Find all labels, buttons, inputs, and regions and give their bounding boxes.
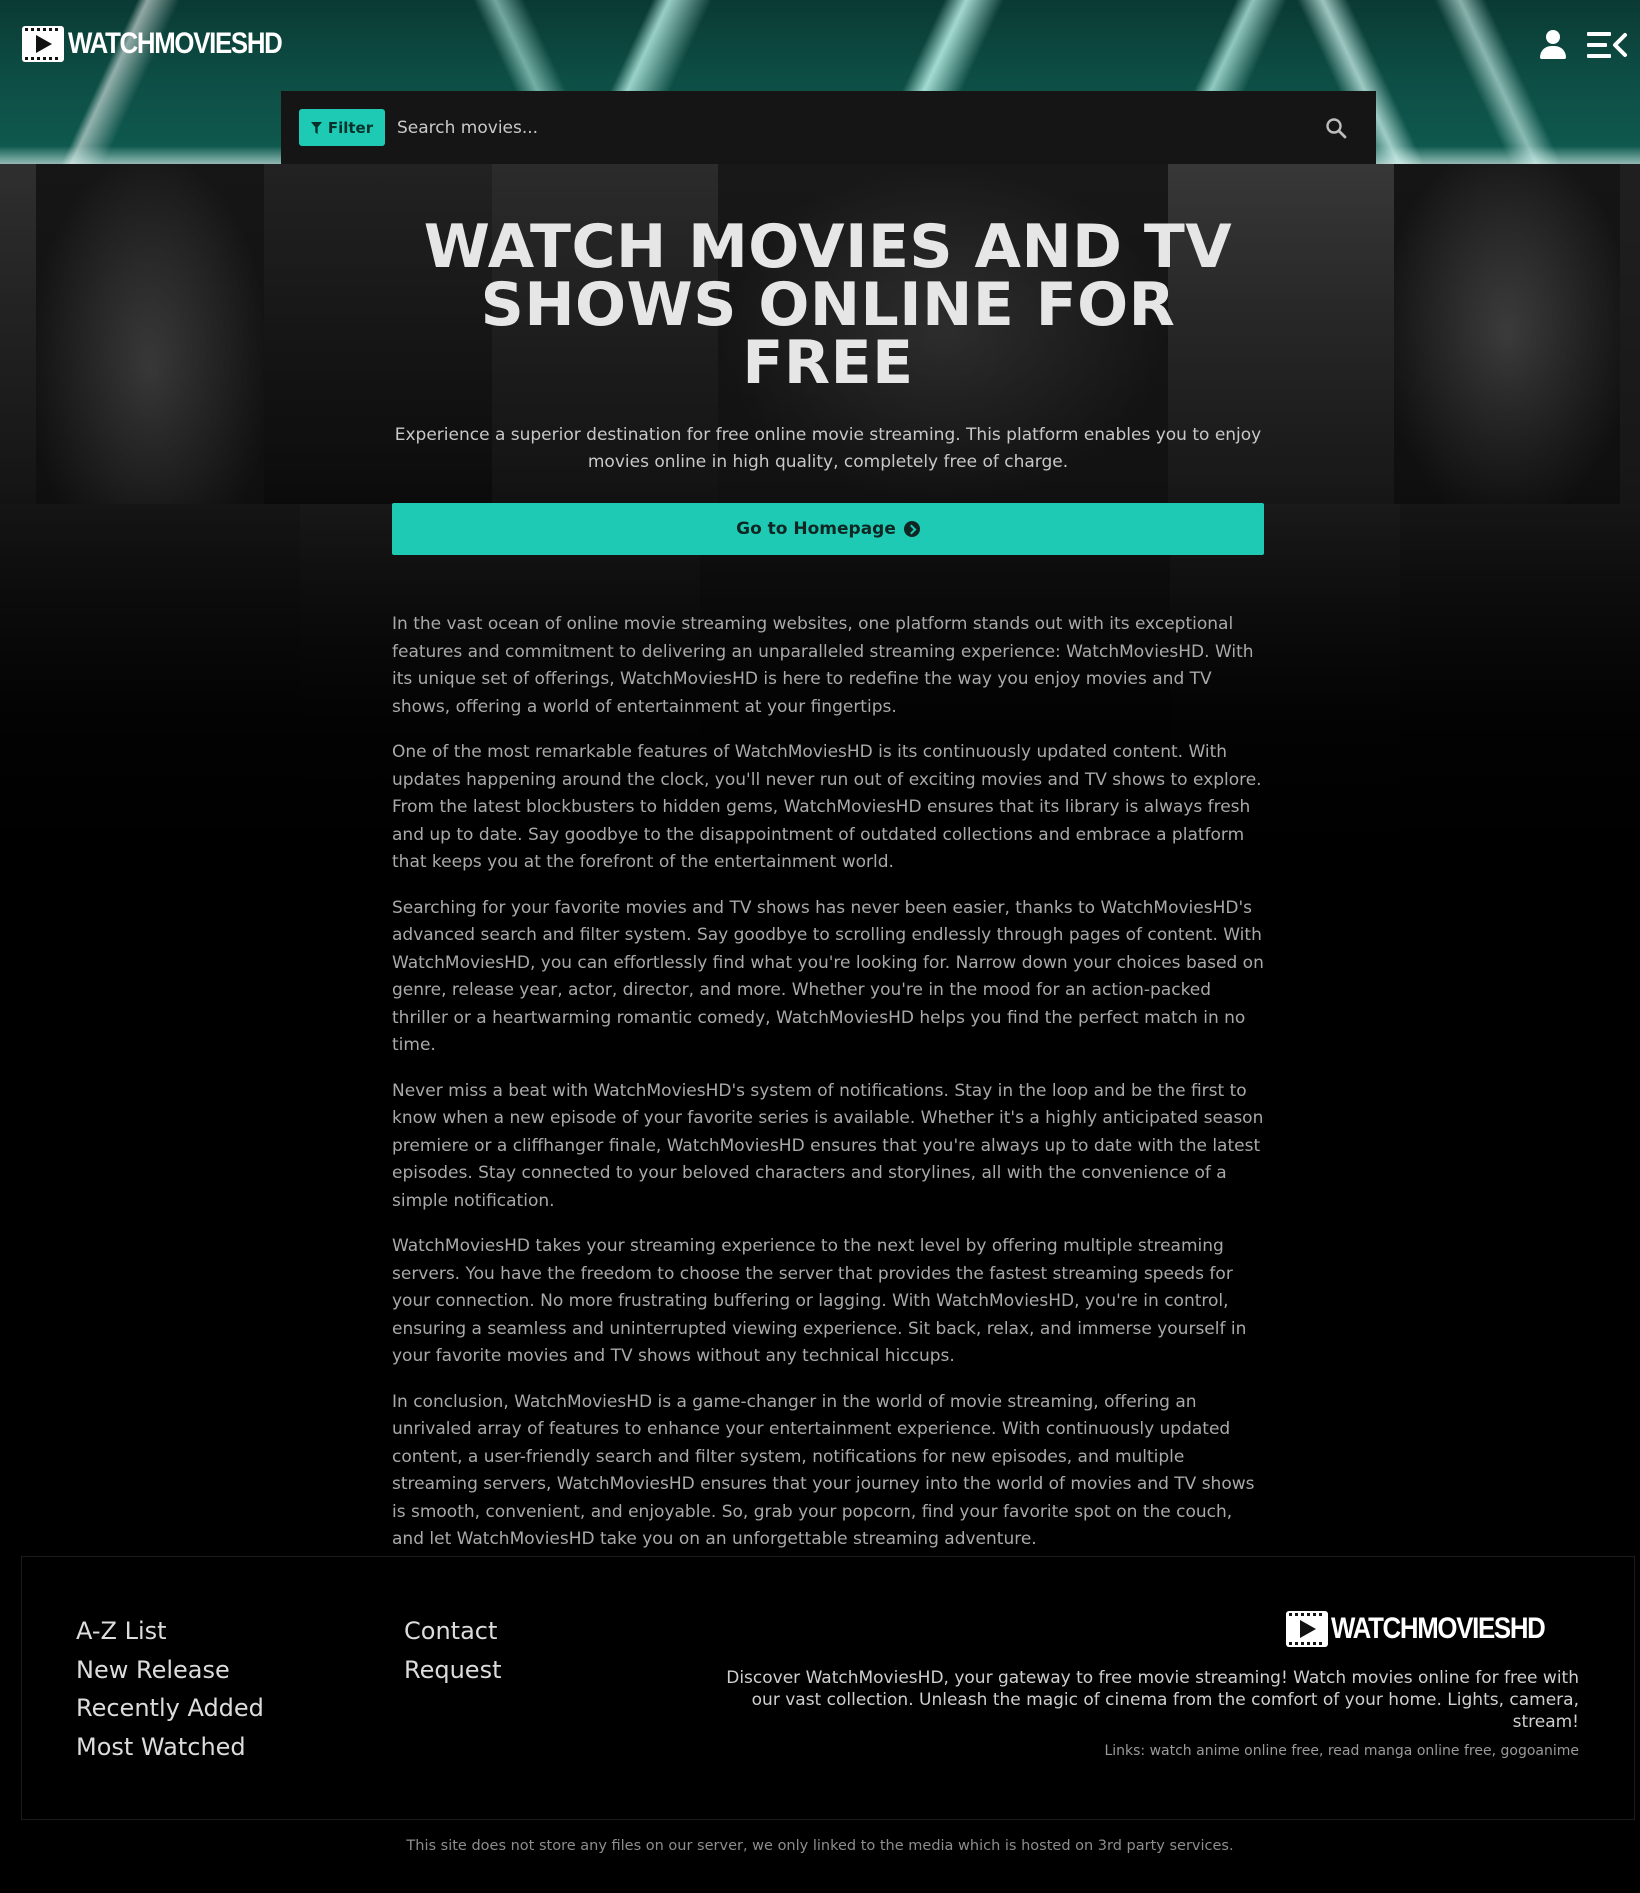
search-input[interactable]	[385, 107, 1324, 148]
filter-button[interactable]: Filter	[299, 109, 385, 146]
go-to-homepage-button[interactable]: Go to Homepage	[392, 503, 1264, 555]
chevron-right-circle-icon	[903, 521, 920, 537]
main-content: WATCH MOVIES AND TV SHOWS ONLINE FOR FRE…	[392, 164, 1264, 1572]
search-bar: Filter	[281, 91, 1376, 164]
footer-nav-secondary: Contact Request	[404, 1612, 502, 1689]
footer-disclaimer: This site does not store any files on ou…	[406, 1838, 1234, 1854]
homepage-button-label: Go to Homepage	[736, 519, 896, 539]
footer-link-az-list[interactable]: A-Z List	[76, 1612, 264, 1651]
footer-nav-primary: A-Z List New Release Recently Added Most…	[76, 1612, 264, 1766]
footer-link-contact[interactable]: Contact	[404, 1612, 502, 1651]
play-logo-icon	[22, 26, 64, 62]
article-paragraph: WatchMoviesHD takes your streaming exper…	[392, 1236, 1247, 1366]
footer-link-recently-added[interactable]: Recently Added	[76, 1689, 264, 1728]
user-icon[interactable]	[1539, 30, 1567, 60]
article-paragraph: One of the most remarkable features of W…	[392, 742, 1262, 872]
footer-description: Discover WatchMoviesHD, your gateway to …	[726, 1668, 1579, 1732]
link-gogoanime[interactable]: gogoanime	[1501, 1743, 1580, 1759]
link-read-manga[interactable]: read manga online free	[1328, 1743, 1492, 1759]
footer-link-most-watched[interactable]: Most Watched	[76, 1728, 264, 1767]
hero-title: WATCH MOVIES AND TV SHOWS ONLINE FOR FRE…	[423, 212, 1233, 398]
search-icon[interactable]	[1324, 116, 1348, 140]
article-paragraph: Never miss a beat with WatchMoviesHD's s…	[392, 1080, 1264, 1211]
filter-icon	[310, 121, 322, 134]
footer-link-new-release[interactable]: New Release	[76, 1651, 264, 1690]
hero-subtitle: Experience a superior destination for fr…	[394, 425, 1262, 472]
site-footer: A-Z List New Release Recently Added Most…	[21, 1556, 1635, 1820]
logo-text: WATCHMOVIESHD	[68, 27, 283, 60]
play-logo-icon	[1285, 1611, 1328, 1647]
menu-icon[interactable]	[1587, 30, 1627, 60]
site-logo[interactable]: WATCHMOVIESHD	[22, 26, 316, 62]
article-paragraph: In the vast ocean of online movie stream…	[392, 614, 1254, 717]
filter-label: Filter	[327, 118, 374, 137]
footer-logo[interactable]: WATCHMOVIESHD	[1285, 1611, 1579, 1647]
footer-partner-links: Links: watch anime online free, read man…	[1104, 1743, 1579, 1759]
footer-logo-text: WATCHMOVIESHD	[1330, 1612, 1546, 1645]
link-watch-anime[interactable]: watch anime online free	[1150, 1743, 1319, 1759]
article-paragraph: Searching for your favorite movies and T…	[392, 897, 1264, 1056]
article-paragraph: In conclusion, WatchMoviesHD is a game-c…	[392, 1391, 1255, 1550]
article: In the vast ocean of online movie stream…	[392, 611, 1264, 1554]
footer-link-request[interactable]: Request	[404, 1651, 502, 1690]
links-label: Links:	[1104, 1743, 1146, 1759]
